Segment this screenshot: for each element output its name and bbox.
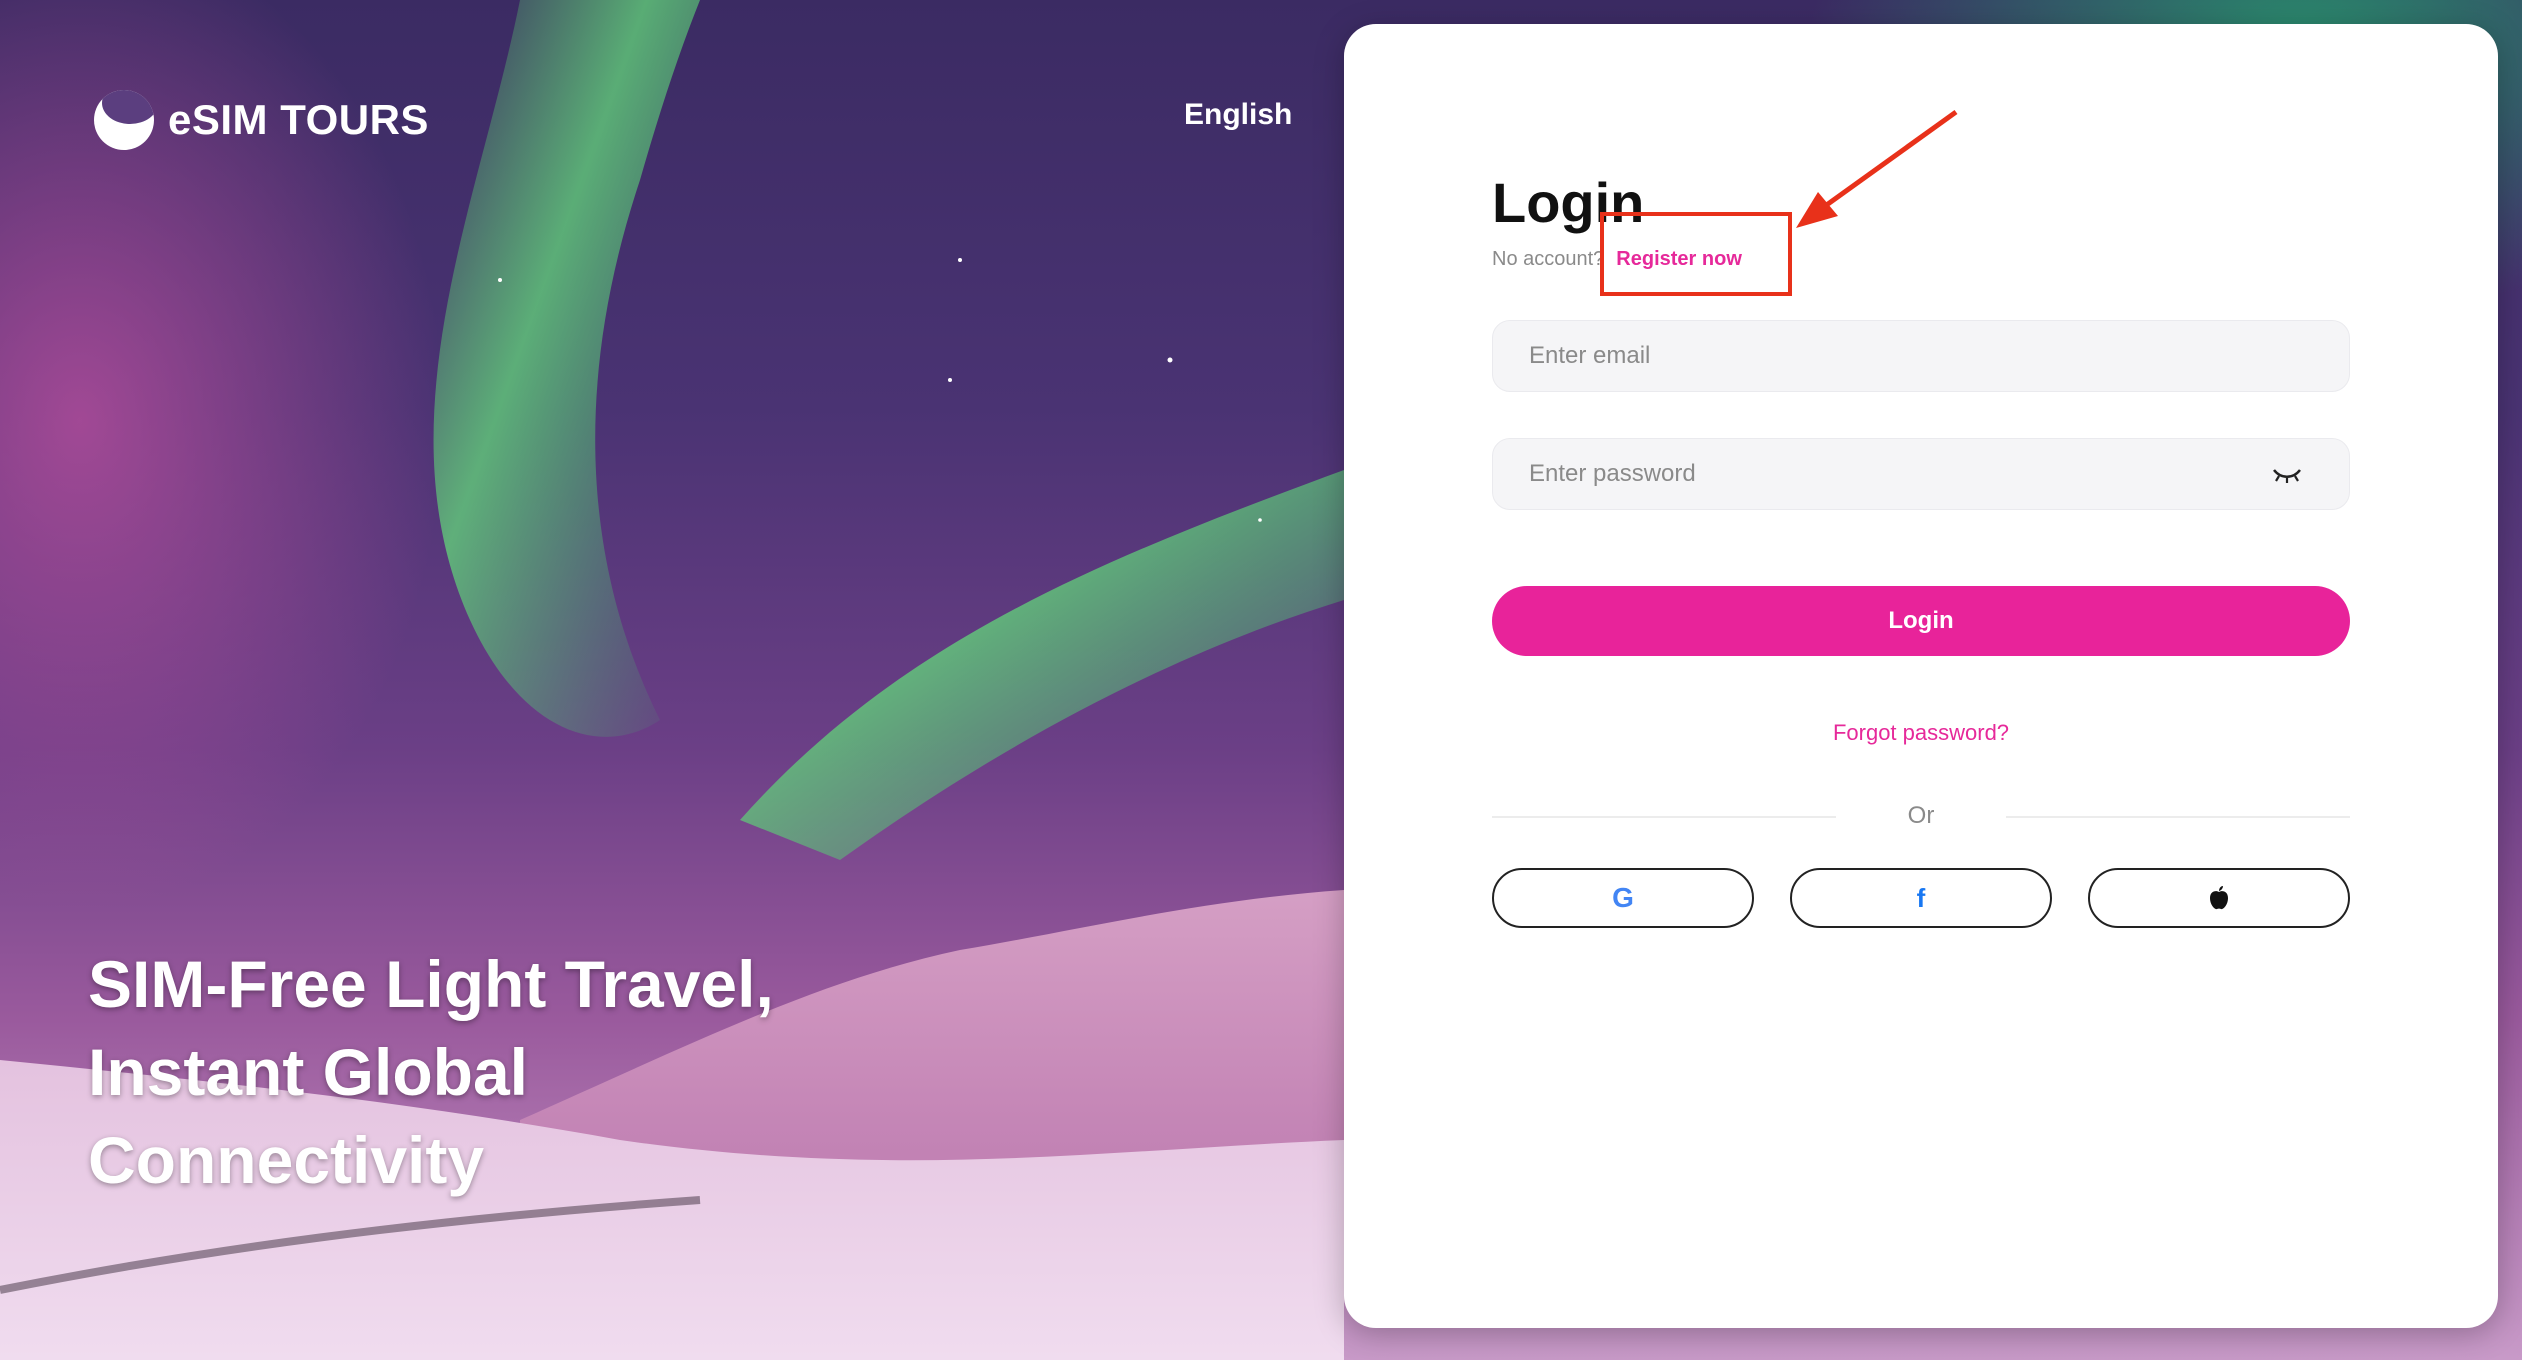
password-field[interactable] [1492, 438, 2350, 510]
login-button[interactable]: Login [1492, 586, 2350, 656]
eye-closed-icon[interactable] [2271, 465, 2303, 485]
annotation-arrow-icon [1796, 109, 1958, 228]
language-selector[interactable]: English [1184, 98, 1292, 132]
brand-logo[interactable]: eSIM TOURS [94, 90, 429, 150]
hero-headline: SIM-Free Light Travel, Instant Global Co… [88, 940, 908, 1204]
apple-icon [2210, 886, 2228, 910]
email-input[interactable] [1493, 321, 2349, 391]
hero-line: Instant Global [88, 1035, 529, 1109]
logo-icon [94, 90, 154, 150]
password-input[interactable] [1493, 439, 2349, 509]
hero-line: SIM-Free Light Travel, [88, 947, 774, 1021]
annotation-highlight-box [1600, 212, 1792, 296]
divider-right [2006, 816, 2350, 818]
google-login-button[interactable]: G [1492, 868, 1754, 928]
facebook-icon: f [1916, 882, 1926, 913]
apple-login-button[interactable] [2088, 868, 2350, 928]
no-account-text: No account? [1492, 248, 1605, 270]
login-card: Login No account? Register now Login For… [1344, 24, 2498, 1328]
brand-name: eSIM TOURS [168, 96, 429, 143]
email-field[interactable] [1492, 320, 2350, 392]
facebook-login-button[interactable]: f [1790, 868, 2052, 928]
google-icon: G [1612, 882, 1634, 913]
hero-line: Connectivity [88, 1123, 485, 1197]
forgot-password-link[interactable]: Forgot password? [1492, 720, 2350, 746]
